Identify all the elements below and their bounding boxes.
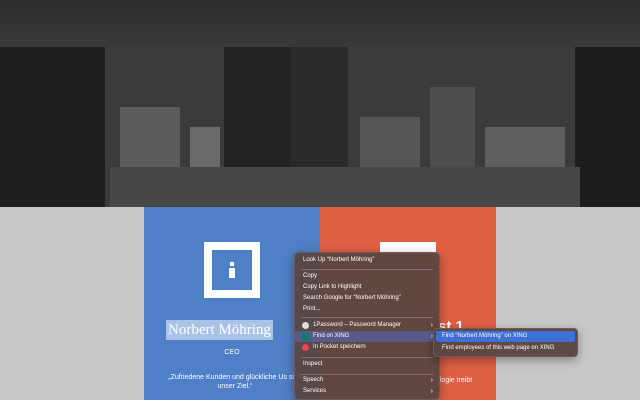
menu-item-pocket[interactable]: In Pocket speichern — [295, 342, 439, 353]
submenu-item-find-employees[interactable]: Find employees of this web page on XING — [436, 343, 575, 354]
menu-item-find-on-xing[interactable]: Find on XING › — [295, 331, 439, 342]
profile-name-selected[interactable]: Norbert Möhring — [166, 320, 273, 340]
hero-city-image — [0, 0, 640, 207]
xing-submenu: Find “Norbert Möhring” on XING Find empl… — [433, 328, 578, 357]
menu-separator — [301, 317, 433, 318]
onepassword-icon — [302, 322, 309, 329]
menu-item-search-google[interactable]: Search Google for “Norbert Möhring” — [295, 293, 439, 304]
red-card-text: ologie treibt — [436, 377, 473, 384]
menu-separator — [301, 357, 433, 358]
profile-quote: „Zufriedene Kunden und glückliche Us sin… — [168, 374, 302, 390]
submenu-item-find-name[interactable]: Find “Norbert Möhring” on XING — [436, 331, 575, 342]
profile-logo — [204, 242, 260, 298]
menu-item-services[interactable]: Services › — [295, 386, 439, 397]
city-skyline-graphic — [0, 47, 640, 207]
menu-item-speech[interactable]: Speech › — [295, 375, 439, 386]
menu-item-inspect[interactable]: Inspect — [295, 359, 439, 370]
context-menu: Look Up “Norbert Möhring” Copy Copy Link… — [294, 252, 440, 400]
pocket-icon — [302, 344, 309, 351]
menu-item-1password[interactable]: 1Password – Password Manager › — [295, 320, 439, 331]
info-icon — [229, 262, 235, 278]
menu-item-print[interactable]: Print... — [295, 304, 439, 315]
menu-separator — [301, 269, 433, 270]
xing-icon — [302, 333, 309, 340]
menu-item-copy-link[interactable]: Copy Link to Highlight — [295, 282, 439, 293]
chevron-right-icon: › — [430, 388, 433, 395]
menu-item-copy[interactable]: Copy — [295, 271, 439, 282]
menu-item-look-up[interactable]: Look Up “Norbert Möhring” — [295, 255, 439, 266]
chevron-right-icon: › — [430, 377, 433, 384]
